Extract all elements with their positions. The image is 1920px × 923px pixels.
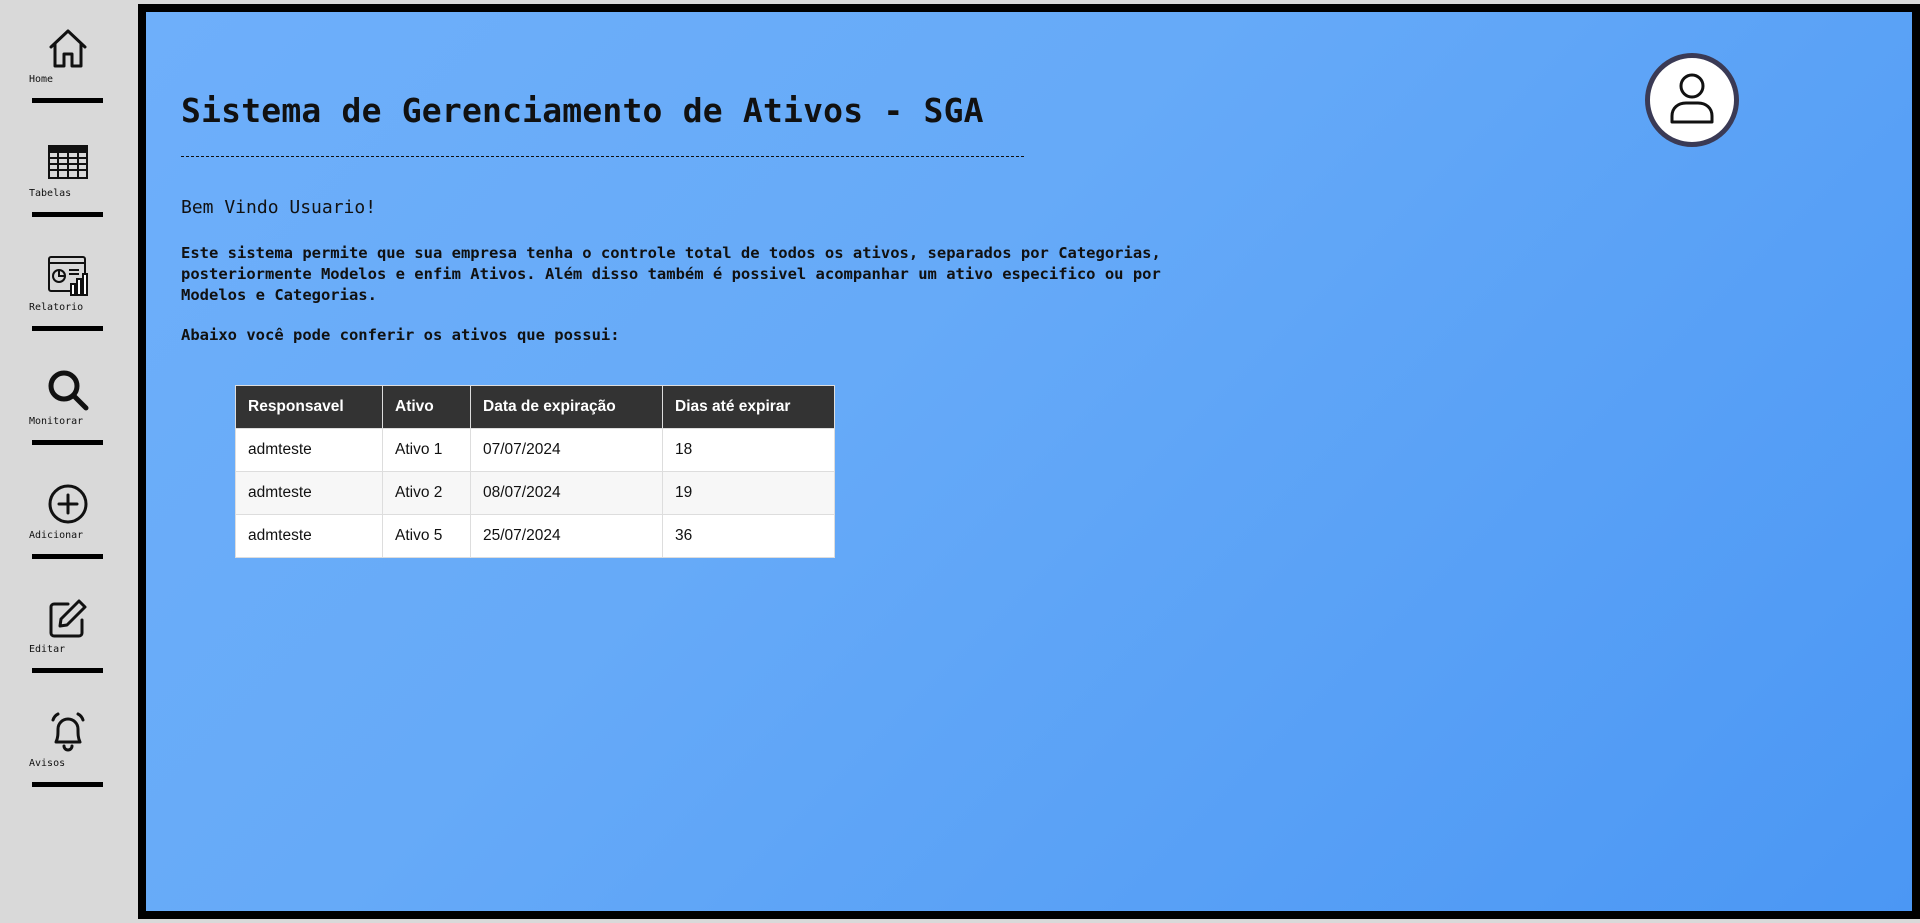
user-avatar-button[interactable] xyxy=(1645,53,1739,147)
sidebar-item-monitorar[interactable]: Monitorar xyxy=(0,342,136,456)
table-cell: admteste xyxy=(235,471,383,515)
table-cell: Ativo 1 xyxy=(382,428,471,472)
sidebar-divider xyxy=(32,668,103,673)
table-row: admteste Ativo 5 25/07/2024 36 xyxy=(235,514,835,558)
sidebar: Home Tabelas Relatorio Monitorar Adicion… xyxy=(0,0,136,923)
column-header-dias-expirar: Dias até expirar xyxy=(662,385,835,429)
table-cell: 19 xyxy=(662,471,835,515)
add-circle-icon xyxy=(46,482,90,526)
dashed-divider xyxy=(181,156,1024,157)
column-header-responsavel: Responsavel xyxy=(235,385,383,429)
edit-icon xyxy=(46,596,90,640)
user-icon xyxy=(1670,73,1714,124)
sidebar-divider xyxy=(32,212,103,217)
table-cell: 08/07/2024 xyxy=(470,471,663,515)
main-panel: Sistema de Gerenciamento de Ativos - SGA… xyxy=(138,4,1920,919)
sidebar-item-home[interactable]: Home xyxy=(0,0,136,114)
table-cell: Ativo 2 xyxy=(382,471,471,515)
sidebar-divider xyxy=(32,98,103,103)
sidebar-item-avisos[interactable]: Avisos xyxy=(0,684,136,798)
welcome-text: Bem Vindo Usuario! xyxy=(181,197,377,218)
sidebar-item-label: Relatorio xyxy=(29,302,84,313)
table-cell: 25/07/2024 xyxy=(470,514,663,558)
table-cell: 07/07/2024 xyxy=(470,428,663,472)
sidebar-item-label: Editar xyxy=(29,644,66,655)
sidebar-divider xyxy=(32,440,103,445)
assets-intro-text: Abaixo você pode conferir os ativos que … xyxy=(181,326,620,344)
sidebar-item-label: Home xyxy=(29,74,54,85)
column-header-ativo: Ativo xyxy=(382,385,471,429)
bell-icon xyxy=(46,710,90,754)
report-icon xyxy=(46,254,90,298)
table-icon xyxy=(46,140,90,184)
sidebar-divider xyxy=(32,554,103,559)
search-icon xyxy=(46,368,90,412)
sidebar-item-label: Adicionar xyxy=(29,530,84,541)
table-row: admteste Ativo 2 08/07/2024 19 xyxy=(235,471,835,515)
table-cell: admteste xyxy=(235,428,383,472)
sidebar-item-editar[interactable]: Editar xyxy=(0,570,136,684)
column-header-data-expiracao: Data de expiração xyxy=(470,385,663,429)
table-cell: 18 xyxy=(662,428,835,472)
table-header-row: Responsavel Ativo Data de expiração Dias… xyxy=(235,385,835,429)
table-cell: Ativo 5 xyxy=(382,514,471,558)
sidebar-divider xyxy=(32,326,103,331)
table-row: admteste Ativo 1 07/07/2024 18 xyxy=(235,428,835,472)
table-cell: 36 xyxy=(662,514,835,558)
home-icon xyxy=(46,26,90,70)
assets-table: Responsavel Ativo Data de expiração Dias… xyxy=(235,385,835,558)
sidebar-item-tabelas[interactable]: Tabelas xyxy=(0,114,136,228)
sidebar-item-relatorio[interactable]: Relatorio xyxy=(0,228,136,342)
sidebar-item-label: Monitorar xyxy=(29,416,84,427)
sidebar-divider xyxy=(32,782,103,787)
table-cell: admteste xyxy=(235,514,383,558)
sidebar-item-label: Tabelas xyxy=(29,188,72,199)
intro-paragraph: Este sistema permite que sua empresa ten… xyxy=(181,244,1161,304)
page-title: Sistema de Gerenciamento de Ativos - SGA xyxy=(181,91,984,130)
sidebar-item-adicionar[interactable]: Adicionar xyxy=(0,456,136,570)
sidebar-item-label: Avisos xyxy=(29,758,66,769)
